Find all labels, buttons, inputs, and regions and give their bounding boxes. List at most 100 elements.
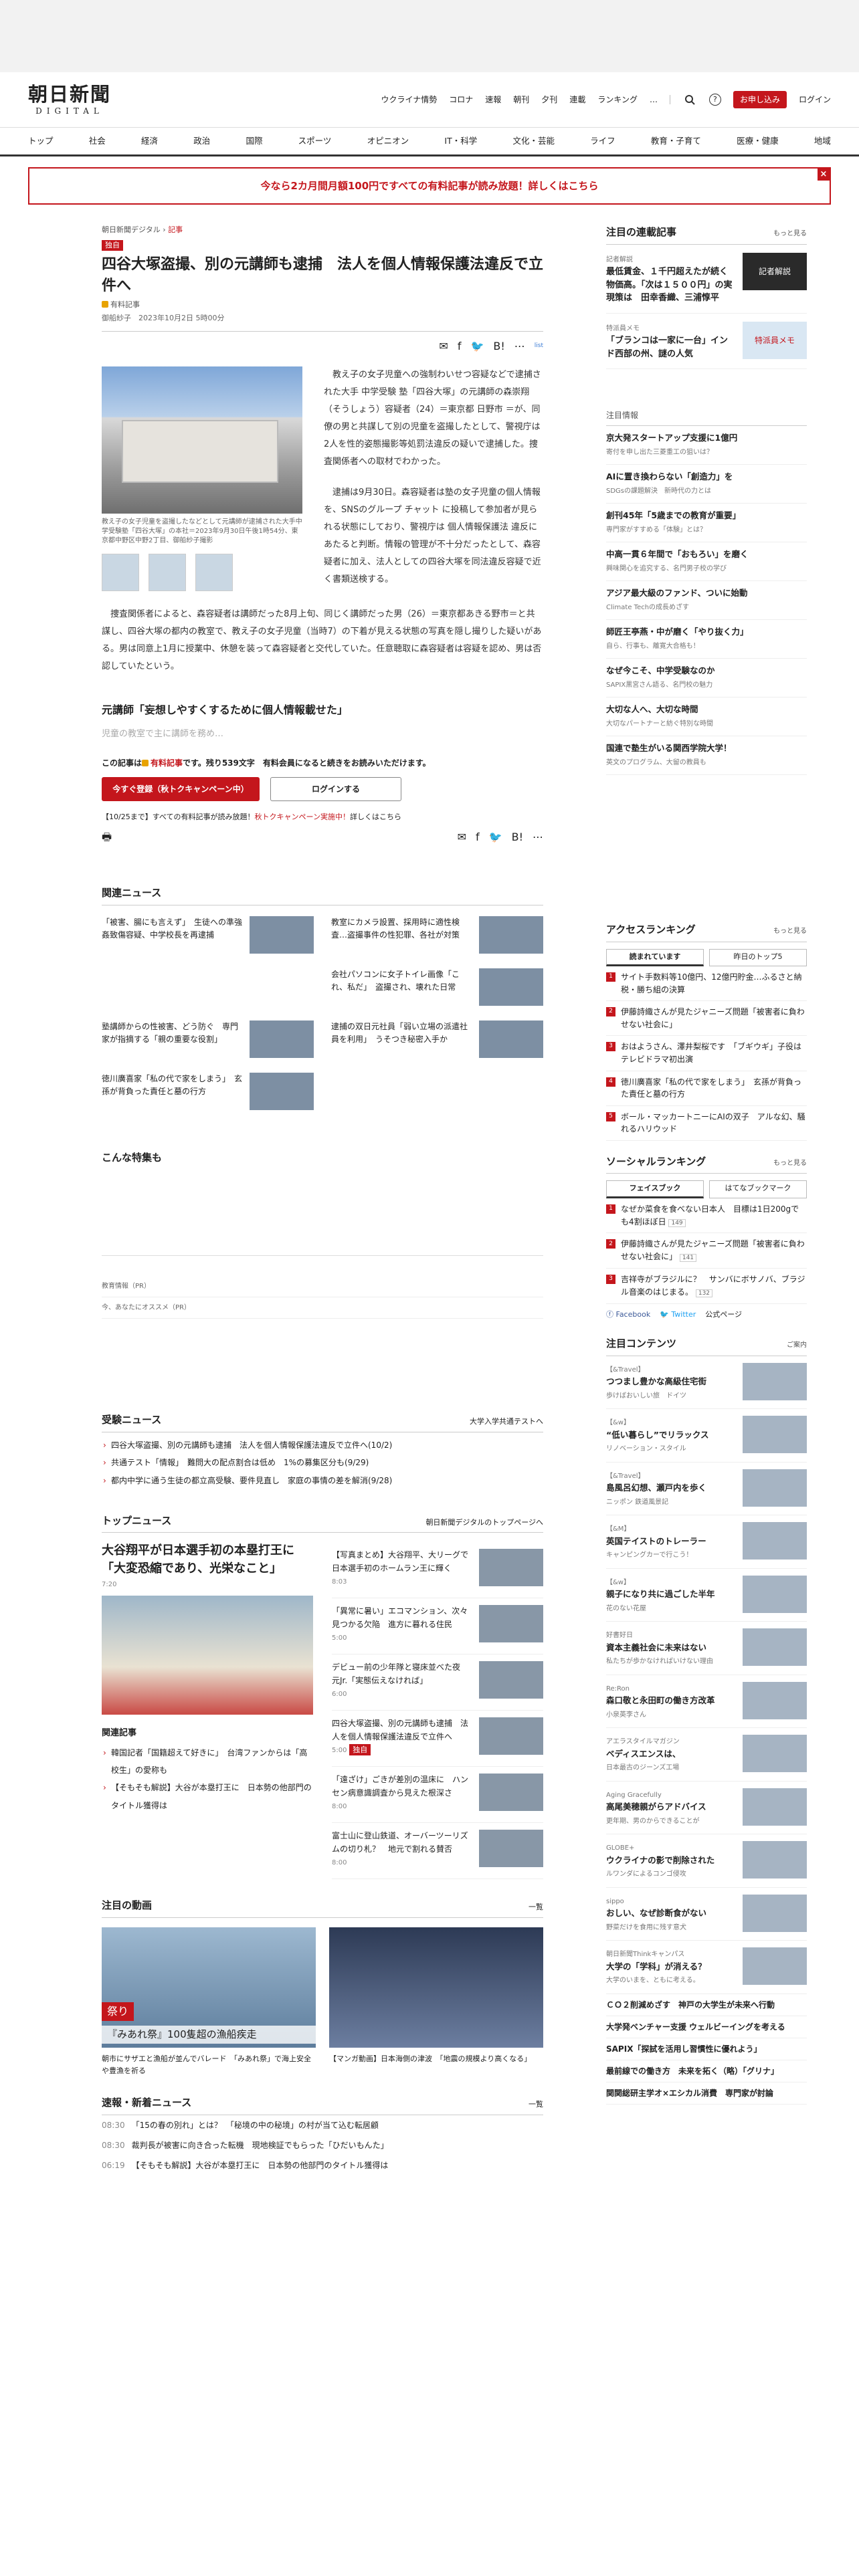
content-item[interactable]: アエラスタイルマガジン ベディスエンスは、 日本最古のジーンズ工場 [606, 1728, 807, 1782]
hatena-icon[interactable]: B! [493, 338, 504, 354]
lead-image[interactable] [102, 1596, 313, 1715]
share-list-label[interactable]: list [535, 342, 543, 351]
thumbnail[interactable] [149, 553, 186, 591]
official-page-link[interactable]: 公式ページ [705, 1309, 742, 1321]
campaign-note[interactable]: 【10/25まで】すべての有料記事が読み放題！秋トクキャンペーン実施中！詳しくは… [102, 812, 543, 823]
content-link[interactable]: 関関総研主学オ×エシカル消費 専門家が討論 [606, 2082, 807, 2105]
category-sports[interactable]: スポーツ [298, 135, 332, 148]
notice-item[interactable]: なぜ今こそ、中学受験なのか SAPIX黒宮さん語る、名門校の魅力 [606, 659, 807, 697]
top-item[interactable]: デビュー前の少年隊と寝床並べた夜 元Jr.「実態伝えなければ」 6:00 [332, 1654, 543, 1711]
juken-link[interactable]: 大学入学共通テストへ [470, 1416, 543, 1428]
access-more[interactable]: もっと見る [773, 926, 807, 936]
print-icon[interactable]: 🖶 [102, 829, 112, 845]
list-item[interactable]: 韓国記者「国籍超えて好きに」 台湾ファンからは「高校生」の愛称も [102, 1744, 313, 1780]
ranking-item[interactable]: 3 吉祥寺がブラジルに？ サンバにボサノバ、ブラジル音楽のはじまる。 132 [606, 1269, 807, 1304]
lead-title[interactable]: 大谷翔平が日本選手初の本塁打王に「大変恐縮であり、光栄なこと」 [102, 1542, 313, 1577]
notice-item[interactable]: 大切な人へ、大切な時間 大切なパートナーと紡ぐ特別な時間 [606, 697, 807, 736]
search-icon[interactable] [682, 92, 697, 107]
category-region[interactable]: 地域 [814, 135, 831, 148]
more-icon[interactable]: ⋯ [514, 338, 525, 354]
ranking-item[interactable]: 1 サイト手数料等10億円、12億円貯金…ふるさと納税・勝ち組の決算 [606, 966, 807, 1002]
related-item[interactable]: 教室にカメラ設置、採用時に適性検査…盗撮事件の性犯罪、各社が対策 [331, 916, 543, 954]
top-item[interactable]: 「遠ざけ」ごきが差別の温床に ハンセン病意識調査から見えた根深さ 8:00 [332, 1767, 543, 1824]
promo-banner[interactable]: 今なら2カ月間月額100円ですべての有料記事が読み放題！詳しくはこちら × [28, 167, 831, 205]
rensai-item[interactable]: 記者解説 最低賃金、１千円超えたが続く物価高。「次は１５００円」の実現策は 田幸香… [606, 245, 807, 314]
category-international[interactable]: 国際 [246, 135, 262, 148]
notice-item[interactable]: 創刊45年「5歳までの教育が重要」 専門家がすすめる「体験」とは？ [606, 504, 807, 542]
content-item[interactable]: 【&Travel】 島風呂幻想、瀬戸内を歩く ニッポン 鉄道風景記 [606, 1463, 807, 1516]
nav-ukraine[interactable]: ウクライナ情勢 [381, 94, 437, 106]
twitter-link[interactable]: 🐦 Twitter [660, 1309, 696, 1321]
author[interactable]: 御船紗子 [102, 314, 131, 322]
content-link[interactable]: SAPIX「探試を活用し習慣性に優れよう」 [606, 2038, 807, 2060]
facebook-icon[interactable]: f [476, 829, 480, 845]
breaking-item[interactable]: 08:30 「15の春の別れ」とは？ 「秘境の中の秘境」の村が当て込む転居顧 [102, 2115, 543, 2135]
facebook-icon[interactable]: f [458, 338, 462, 354]
notice-item[interactable]: 師匠王亭燕・中が磨く「やり抜く力」 自ら、行事も、離寛大合格も！ [606, 620, 807, 659]
list-item[interactable]: 都内中学に通う生徒の都立高受験、要件見直し 家庭の事情の差を解消(9/28) [102, 1472, 543, 1490]
top-item[interactable]: 富士山に登山鉄道、オーバーツーリズムの切り札？ 地元で割れる賛否 8:00 [332, 1823, 543, 1880]
list-item[interactable]: 四谷大塚盗撮、別の元講師も逮捕 法人を個人情報保護法違反で立件へ(10/2) [102, 1436, 543, 1455]
content-item[interactable]: 【&w】 親子になり共に過ごした半年 花のない花屋 [606, 1569, 807, 1622]
nav-more[interactable]: … [650, 94, 658, 106]
social-more[interactable]: もっと見る [773, 1158, 807, 1168]
hatena-icon[interactable]: B! [512, 829, 523, 845]
content-link[interactable]: 最前線での働き方 未来を拓く（略）「グリナ」 [606, 2060, 807, 2082]
nav-rensai[interactable]: 連載 [569, 94, 585, 106]
category-politics[interactable]: 政治 [193, 135, 210, 148]
nav-sokuho[interactable]: 速報 [485, 94, 501, 106]
twitter-icon[interactable]: 🐦 [489, 829, 502, 845]
category-culture[interactable]: 文化・芸能 [512, 135, 555, 148]
more-icon[interactable]: ⋯ [533, 829, 543, 845]
content-item[interactable]: 好書好日 資本主義社会に未来はない 私たちが歩かなければいけない理由 [606, 1622, 807, 1675]
category-top[interactable]: トップ [28, 135, 54, 148]
video-card[interactable]: 祭り 『みあれ祭』100隻超の漁船疾走 朝市にサザエと漁船が並んでバレード 「み… [102, 1927, 316, 2076]
tab-read[interactable]: 読まれています [606, 948, 704, 966]
content-item[interactable]: sippo おしい、なぜ診断食がない 野菜だけを食用に残す意犬 [606, 1888, 807, 1941]
mail-icon[interactable]: ✉ [439, 338, 448, 354]
related-item[interactable]: 徳川廣喜家「私の代で家をしまう」 玄孫が背負った責任と墓の行方 [102, 1072, 314, 1110]
paywall-login-button[interactable]: ログインする [270, 776, 401, 801]
notice-item[interactable]: 京大発スタートアップ支援に1億円 寄付を申し出た三菱重工の狙いは？ [606, 426, 807, 465]
ranking-item[interactable]: 1 なぜか菜食を食べない日本人 目標は1日200gでも4割ほぼ日 149 [606, 1198, 807, 1234]
ranking-item[interactable]: 4 徳川廣喜家「私の代で家をしまう」 玄孫が背負った責任と墓の行方 [606, 1071, 807, 1106]
breaking-item[interactable]: 06:19 【そもそも解説】大谷が本塁打王に 日本勢の他部門のタイトル獲得は [102, 2155, 543, 2175]
rensai-item[interactable]: 特派員メモ 「ブランコは一家に一台」インド西部の州、謎の人気 特派員メモ [606, 314, 807, 369]
content-item[interactable]: Re:Ron 森口敬と永田町の働き方改革 小泉英李さん [606, 1675, 807, 1729]
content-item[interactable]: 【&M】 英国テイストのトレーラー キャンピングカーで行こう！ [606, 1515, 807, 1569]
nav-ranking[interactable]: ランキング [597, 94, 638, 106]
content-item[interactable]: GLOBE+ ウクライナの影で削除された ルワンダによるコンゴ侵攻 [606, 1834, 807, 1888]
related-item[interactable]: 会社パソコンに女子トイレ画像「これ、私だ」 盗撮され、壊れた日常 [331, 968, 543, 1006]
category-economy[interactable]: 経済 [141, 135, 158, 148]
twitter-icon[interactable]: 🐦 [470, 338, 484, 354]
content-item[interactable]: Aging Gracefully 高尾美穂親がらアドバイス 更年期、男のからできるこ… [606, 1782, 807, 1835]
related-item[interactable]: 逮捕の双日元社員「弱い立場の派遣社員を利用」 うそつき秘密入手か [331, 1020, 543, 1058]
content-item[interactable]: 朝日新聞Thinkキャンパス 大学の「学科」が消える？ 大学のいまを、ともに考える。 [606, 1941, 807, 1994]
content-link[interactable]: ＣＯ２削減めざす 神戸の大学生が未来へ行動 [606, 1994, 807, 2016]
category-life[interactable]: ライフ [590, 135, 615, 148]
video-card[interactable]: 【マンガ動画】日本海側の津波 「地震の規模より高くなる」 [329, 1927, 543, 2076]
login-link[interactable]: ログイン [799, 94, 831, 106]
breaking-link[interactable]: 一覧 [529, 2099, 543, 2111]
list-item[interactable]: 【そもそも解説】大谷が本塁打王に 日本勢の他部門のタイトル獲得は [102, 1779, 313, 1814]
breadcrumb-site[interactable]: 朝日新聞デジタル [102, 225, 161, 234]
content-link[interactable]: 大学発ベンチャー支援 ウェルビーイングを考える [606, 2016, 807, 2038]
category-it-science[interactable]: IT・科学 [444, 135, 477, 148]
list-item[interactable]: 共通テスト「情報」 難問大の配点割合は低め 1%の募集区分も(9/29) [102, 1454, 543, 1472]
notice-item[interactable]: 国連で塾生がいる関西学院大学！ 英文のプログラム、大留の教員も [606, 736, 807, 775]
notice-item[interactable]: アジア最大級のファンド、ついに始動 Climate Techの成長めざす [606, 581, 807, 620]
photo-image[interactable] [102, 366, 302, 514]
mail-icon[interactable]: ✉ [458, 829, 466, 845]
register-button[interactable]: 今すぐ登録（秋トクキャンペーン中） [102, 776, 260, 801]
juken-title[interactable]: 受験ニュース [102, 1412, 161, 1428]
close-icon[interactable]: × [818, 169, 830, 181]
top-item[interactable]: 【写真まとめ】大谷翔平、大リーグで日本選手初のホームラン王に輝く 8:03 [332, 1542, 543, 1599]
content-item[interactable]: 【&w】 “低い暮らし”でリラックス リノベーション・スタイル [606, 1409, 807, 1463]
notice-item[interactable]: AIに置き換わらない「創造力」を SDGsの課題解決 新時代の力とは [606, 465, 807, 504]
category-opinion[interactable]: オピニオン [367, 135, 409, 148]
rensai-more[interactable]: もっと見る [773, 229, 807, 239]
contents-more[interactable]: ご案内 [787, 1340, 807, 1350]
breadcrumb-section[interactable]: 記事 [168, 225, 183, 234]
subscribe-button[interactable]: お申し込み [733, 91, 787, 108]
ranking-item[interactable]: 2 伊藤詩織さんが見たジャニーズ問題「被害者に負わせない社会に」 141 [606, 1233, 807, 1269]
